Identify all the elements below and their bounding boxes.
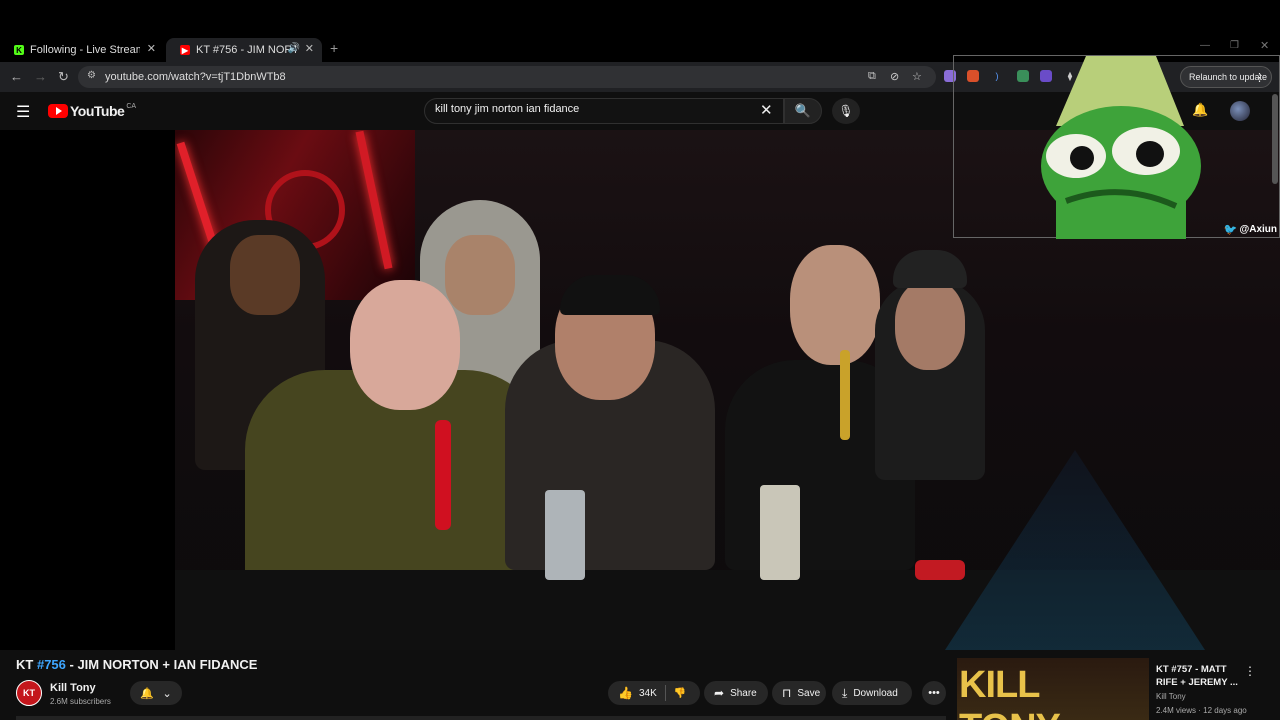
streamer-overlay-panel: 🐦 @Axiun [953,55,1280,239]
subscription-bell-button[interactable]: 🔔 ⌄ [130,681,182,705]
search-icon: 🔍 [794,103,812,118]
new-tab-icon[interactable]: + [330,40,338,56]
site-info-icon[interactable]: ⚙ [87,70,96,81]
frog-avatar [1041,56,1201,239]
bookmark-star-icon[interactable]: ☆ [912,70,922,83]
minimize-icon[interactable]: — [1200,40,1210,51]
face [350,280,460,410]
divider [664,685,666,701]
kick-icon: K [14,45,24,55]
share-label: Share [730,687,757,699]
face [790,245,880,365]
browser-tab-bar: K Following - Live Streams on Kic ✕ ▶ KT… [0,0,1280,62]
like-dislike-group[interactable]: 👍 34K 👎 [608,681,700,705]
overlay-triangle-graphic [945,450,1205,650]
tab-kick-following[interactable]: K Following - Live Streams on Kic ✕ [0,38,164,62]
cast-icon[interactable]: ⧉ [868,70,876,83]
tab-title: KT #756 - JIM NORTON + I [196,44,296,56]
face [445,235,515,315]
bookmark-icon: ⊓ [782,686,792,700]
title-rest: - JIM NORTON + IAN FIDANCE [65,657,258,672]
mug [915,560,965,580]
menu-icon[interactable]: ☰ [16,102,30,122]
download-button[interactable]: ⤓ Download [832,681,912,705]
thumbnail-text: KILL TONY [959,664,1061,720]
youtube-play-icon [48,104,68,118]
youtube-logo[interactable]: YouTube CA [48,103,136,119]
back-icon[interactable]: ← [10,69,23,84]
clear-search-icon[interactable]: ✕ [760,101,773,119]
search-box[interactable] [424,98,784,124]
subscriber-count: 2.6M subscribers [50,697,111,706]
reload-icon[interactable]: ↻ [58,69,69,85]
recommended-meta: 2.4M views · 12 days ago [1156,706,1247,715]
share-button[interactable]: ➦ Share [704,681,768,705]
close-tab-icon[interactable]: ✕ [305,42,314,55]
channel-initials: KT [23,688,35,698]
speaker-icon[interactable]: 🔊 [288,43,300,54]
cap [893,250,967,288]
maximize-icon[interactable]: ❐ [1230,40,1239,51]
video-title: KT #756 - JIM NORTON + IAN FIDANCE [16,657,257,672]
save-label: Save [797,687,821,699]
close-window-icon[interactable]: ✕ [1260,39,1269,52]
recommended-title[interactable]: KT #757 - MATT RIFE + JEREMY ... [1156,663,1242,689]
handle-text: @Axiun [1239,224,1277,235]
region-code: CA [126,102,137,110]
more-icon[interactable]: ⋮ [1244,664,1256,678]
download-icon: ⤓ [842,685,848,700]
close-tab-icon[interactable]: ✕ [147,42,156,55]
face [895,280,965,370]
save-button[interactable]: ⊓ Save [772,681,826,705]
tab-title: Following - Live Streams on Kic [30,44,140,56]
twitter-bird-icon: 🐦 [1223,224,1238,236]
hide-icon[interactable]: ⊘ [890,70,899,83]
description-box-edge [16,716,946,720]
thumbs-down-icon[interactable]: 👎 [674,688,686,699]
scrollbar[interactable] [1272,94,1278,184]
red-microphone [435,420,451,530]
title-prefix: KT [16,657,34,672]
url-field[interactable]: ⚙ youtube.com/watch?v=tjT1DbnWTb8 ⧉ ⊘ ☆ [78,66,936,88]
search-button[interactable]: 🔍 [784,98,822,124]
gold-microphone [840,350,850,440]
more-icon: ••• [928,687,940,699]
face [230,235,300,315]
download-label: Download [853,687,898,699]
bell-icon: 🔔 [140,687,154,700]
recommended-channel[interactable]: Kill Tony [1156,692,1186,701]
overlay-twitter-handle: 🐦 @Axiun [1224,223,1277,236]
channel-avatar[interactable]: KT [16,680,42,706]
youtube-icon: ▶ [180,45,190,55]
more-actions-button[interactable]: ••• [922,681,946,705]
channel-name[interactable]: Kill Tony [50,682,96,694]
search-input[interactable] [435,103,735,115]
beer-can [545,490,585,580]
share-icon: ➦ [714,686,725,700]
url-text: youtube.com/watch?v=tjT1DbnWTb8 [105,71,286,83]
like-count: 34K [638,687,657,699]
tab-youtube-video[interactable]: ▶ KT #756 - JIM NORTON + I 🔊 ✕ [166,38,322,62]
black-cap [560,275,660,315]
beer-can [760,485,800,580]
thumbs-up-icon[interactable]: 👍 [618,686,633,700]
title-hashtag[interactable]: #756 [37,657,66,672]
voice-search-button[interactable]: 🎙 [832,98,860,124]
microphone-icon: 🎙 [838,104,854,118]
recommended-thumbnail[interactable]: KILL TONY [957,658,1149,720]
logo-text: YouTube [70,103,125,119]
forward-icon[interactable]: → [34,69,47,84]
chevron-down-icon: ⌄ [162,687,172,700]
